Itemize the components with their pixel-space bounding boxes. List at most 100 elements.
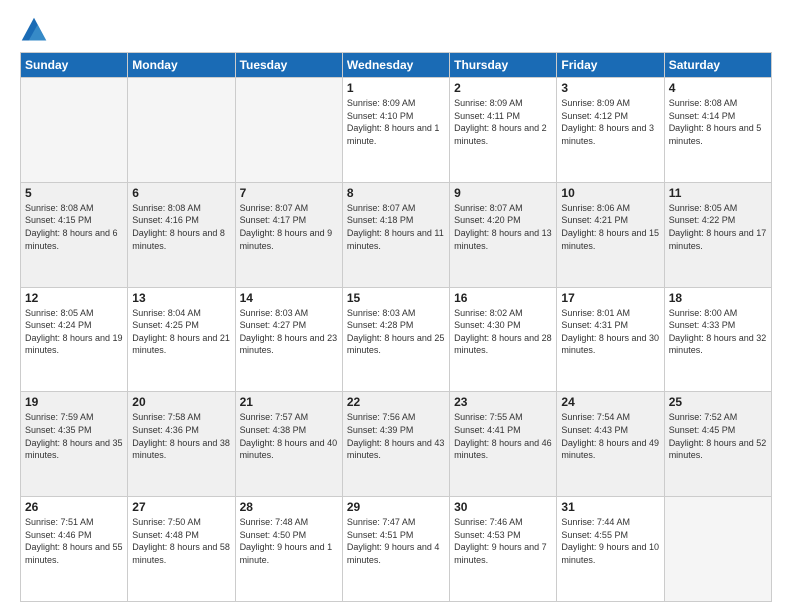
calendar-cell: 5 Sunrise: 8:08 AMSunset: 4:15 PMDaylight…: [21, 182, 128, 287]
day-number: 29: [347, 500, 445, 514]
day-number: 20: [132, 395, 230, 409]
day-number: 6: [132, 186, 230, 200]
day-number: 21: [240, 395, 338, 409]
day-info: Sunrise: 7:54 AMSunset: 4:43 PMDaylight:…: [561, 411, 659, 461]
day-number: 11: [669, 186, 767, 200]
day-info: Sunrise: 8:06 AMSunset: 4:21 PMDaylight:…: [561, 202, 659, 252]
calendar-cell: 29 Sunrise: 7:47 AMSunset: 4:51 PMDayligh…: [342, 497, 449, 602]
day-number: 18: [669, 291, 767, 305]
calendar-cell: [235, 78, 342, 183]
day-info: Sunrise: 7:58 AMSunset: 4:36 PMDaylight:…: [132, 411, 230, 461]
day-info: Sunrise: 7:59 AMSunset: 4:35 PMDaylight:…: [25, 411, 123, 461]
calendar-cell: 19 Sunrise: 7:59 AMSunset: 4:35 PMDayligh…: [21, 392, 128, 497]
day-info: Sunrise: 8:08 AMSunset: 4:16 PMDaylight:…: [132, 202, 230, 252]
calendar-cell: 20 Sunrise: 7:58 AMSunset: 4:36 PMDayligh…: [128, 392, 235, 497]
day-info: Sunrise: 8:04 AMSunset: 4:25 PMDaylight:…: [132, 307, 230, 357]
day-number: 4: [669, 81, 767, 95]
calendar-cell: 9 Sunrise: 8:07 AMSunset: 4:20 PMDaylight…: [450, 182, 557, 287]
day-number: 19: [25, 395, 123, 409]
day-number: 13: [132, 291, 230, 305]
day-number: 9: [454, 186, 552, 200]
calendar-cell: 27Sunrise: 7:50 AMSunset: 4:48 PMDayligh…: [128, 497, 235, 602]
day-number: 1: [347, 81, 445, 95]
calendar-cell: 23 Sunrise: 7:55 AMSunset: 4:41 PMDayligh…: [450, 392, 557, 497]
day-info: Sunrise: 8:02 AMSunset: 4:30 PMDaylight:…: [454, 307, 552, 357]
week-row-2: 5 Sunrise: 8:08 AMSunset: 4:15 PMDaylight…: [21, 182, 772, 287]
day-info: Sunrise: 7:57 AMSunset: 4:38 PMDaylight:…: [240, 411, 338, 461]
calendar-cell: 15 Sunrise: 8:03 AMSunset: 4:28 PMDayligh…: [342, 287, 449, 392]
day-number: 31: [561, 500, 659, 514]
day-info: Sunrise: 8:05 AMSunset: 4:22 PMDaylight:…: [669, 202, 767, 252]
day-info: Sunrise: 8:00 AMSunset: 4:33 PMDaylight:…: [669, 307, 767, 357]
day-number: 16: [454, 291, 552, 305]
calendar-cell: 2 Sunrise: 8:09 AMSunset: 4:11 PMDaylight…: [450, 78, 557, 183]
day-info: Sunrise: 8:03 AMSunset: 4:27 PMDaylight:…: [240, 307, 338, 357]
day-info: Sunrise: 8:08 AMSunset: 4:14 PMDaylight:…: [669, 97, 767, 147]
day-number: 5: [25, 186, 123, 200]
day-number: 24: [561, 395, 659, 409]
calendar-cell: [128, 78, 235, 183]
day-info: Sunrise: 8:09 AMSunset: 4:10 PMDaylight:…: [347, 97, 445, 147]
week-row-1: 1 Sunrise: 8:09 AMSunset: 4:10 PMDaylight…: [21, 78, 772, 183]
day-number: 25: [669, 395, 767, 409]
calendar-cell: 16 Sunrise: 8:02 AMSunset: 4:30 PMDayligh…: [450, 287, 557, 392]
day-info: Sunrise: 8:01 AMSunset: 4:31 PMDaylight:…: [561, 307, 659, 357]
day-info: Sunrise: 8:07 AMSunset: 4:18 PMDaylight:…: [347, 202, 445, 252]
day-info: Sunrise: 7:50 AMSunset: 4:48 PMDaylight:…: [132, 516, 230, 566]
day-number: 17: [561, 291, 659, 305]
calendar-cell: 1 Sunrise: 8:09 AMSunset: 4:10 PMDaylight…: [342, 78, 449, 183]
day-number: 26: [25, 500, 123, 514]
day-info: Sunrise: 8:09 AMSunset: 4:12 PMDaylight:…: [561, 97, 659, 147]
weekday-monday: Monday: [128, 53, 235, 78]
calendar-cell: 7 Sunrise: 8:07 AMSunset: 4:17 PMDaylight…: [235, 182, 342, 287]
weekday-sunday: Sunday: [21, 53, 128, 78]
calendar-cell: 21 Sunrise: 7:57 AMSunset: 4:38 PMDayligh…: [235, 392, 342, 497]
day-number: 30: [454, 500, 552, 514]
weekday-saturday: Saturday: [664, 53, 771, 78]
logo-icon: [20, 16, 48, 44]
weekday-friday: Friday: [557, 53, 664, 78]
calendar-cell: [664, 497, 771, 602]
week-row-3: 12Sunrise: 8:05 AMSunset: 4:24 PMDayligh…: [21, 287, 772, 392]
calendar-cell: 12Sunrise: 8:05 AMSunset: 4:24 PMDayligh…: [21, 287, 128, 392]
day-info: Sunrise: 7:52 AMSunset: 4:45 PMDaylight:…: [669, 411, 767, 461]
calendar-cell: 22Sunrise: 7:56 AMSunset: 4:39 PMDayligh…: [342, 392, 449, 497]
day-info: Sunrise: 8:03 AMSunset: 4:28 PMDaylight:…: [347, 307, 445, 357]
calendar-cell: 8 Sunrise: 8:07 AMSunset: 4:18 PMDaylight…: [342, 182, 449, 287]
weekday-tuesday: Tuesday: [235, 53, 342, 78]
day-number: 8: [347, 186, 445, 200]
day-info: Sunrise: 7:55 AMSunset: 4:41 PMDaylight:…: [454, 411, 552, 461]
calendar-cell: 3 Sunrise: 8:09 AMSunset: 4:12 PMDaylight…: [557, 78, 664, 183]
calendar-cell: [21, 78, 128, 183]
calendar-cell: 24 Sunrise: 7:54 AMSunset: 4:43 PMDayligh…: [557, 392, 664, 497]
day-info: Sunrise: 8:07 AMSunset: 4:20 PMDaylight:…: [454, 202, 552, 252]
day-number: 3: [561, 81, 659, 95]
day-info: Sunrise: 8:07 AMSunset: 4:17 PMDaylight:…: [240, 202, 338, 252]
calendar-cell: 26Sunrise: 7:51 AMSunset: 4:46 PMDayligh…: [21, 497, 128, 602]
week-row-5: 26Sunrise: 7:51 AMSunset: 4:46 PMDayligh…: [21, 497, 772, 602]
calendar-table: SundayMondayTuesdayWednesdayThursdayFrid…: [20, 52, 772, 602]
day-number: 28: [240, 500, 338, 514]
calendar-cell: 17 Sunrise: 8:01 AMSunset: 4:31 PMDayligh…: [557, 287, 664, 392]
day-info: Sunrise: 7:46 AMSunset: 4:53 PMDaylight:…: [454, 516, 552, 566]
calendar-cell: 14Sunrise: 8:03 AMSunset: 4:27 PMDayligh…: [235, 287, 342, 392]
day-number: 15: [347, 291, 445, 305]
calendar-cell: 31Sunrise: 7:44 AMSunset: 4:55 PMDayligh…: [557, 497, 664, 602]
calendar-cell: 10Sunrise: 8:06 AMSunset: 4:21 PMDayligh…: [557, 182, 664, 287]
calendar-cell: 30 Sunrise: 7:46 AMSunset: 4:53 PMDayligh…: [450, 497, 557, 602]
day-info: Sunrise: 7:56 AMSunset: 4:39 PMDaylight:…: [347, 411, 445, 461]
header: [20, 16, 772, 44]
day-number: 23: [454, 395, 552, 409]
day-info: Sunrise: 8:08 AMSunset: 4:15 PMDaylight:…: [25, 202, 123, 252]
weekday-header-row: SundayMondayTuesdayWednesdayThursdayFrid…: [21, 53, 772, 78]
day-info: Sunrise: 8:09 AMSunset: 4:11 PMDaylight:…: [454, 97, 552, 147]
day-info: Sunrise: 7:48 AMSunset: 4:50 PMDaylight:…: [240, 516, 338, 566]
calendar-cell: 18 Sunrise: 8:00 AMSunset: 4:33 PMDayligh…: [664, 287, 771, 392]
weekday-wednesday: Wednesday: [342, 53, 449, 78]
day-number: 7: [240, 186, 338, 200]
day-number: 12: [25, 291, 123, 305]
day-info: Sunrise: 7:47 AMSunset: 4:51 PMDaylight:…: [347, 516, 445, 566]
day-number: 2: [454, 81, 552, 95]
logo: [20, 16, 52, 44]
week-row-4: 19 Sunrise: 7:59 AMSunset: 4:35 PMDayligh…: [21, 392, 772, 497]
